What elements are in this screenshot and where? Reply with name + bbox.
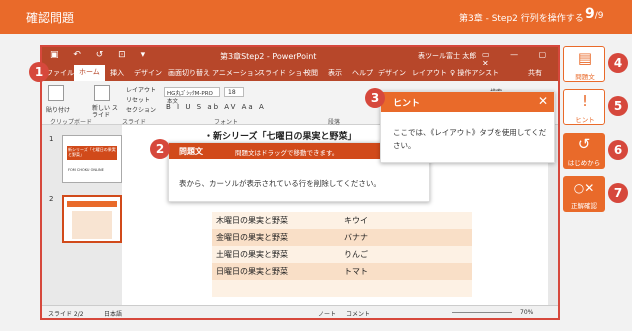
exclamation-icon: ! xyxy=(581,92,588,110)
table-cell: 金曜日の果実と野菜 xyxy=(216,233,288,242)
check-answer-button-label: 正解確認 xyxy=(571,202,597,210)
table-cell: 土曜日の果実と野菜 xyxy=(216,250,288,259)
question-button[interactable]: ▤ 問題文 xyxy=(563,46,605,82)
page-total: /9 xyxy=(594,11,604,21)
section-button[interactable]: セクション xyxy=(126,105,156,114)
tab-tell-me[interactable]: ♀ 操作アシスト xyxy=(450,68,499,78)
hint-text: ここでは、《レイアウト》タブを使用してください。 xyxy=(393,128,547,150)
marker-3: 3 xyxy=(365,88,385,108)
table-row[interactable]: 日曜日の果実と野菜 トマト xyxy=(212,263,472,280)
new-slide-icon[interactable] xyxy=(94,85,110,101)
user-name: 富士 太郎 xyxy=(446,52,477,60)
hint-panel: ヒント ✕ ここでは、《レイアウト》タブを使用してください。 xyxy=(380,91,555,163)
hint-title: ヒント xyxy=(393,99,421,109)
table-cell: バナナ xyxy=(344,233,368,242)
thumb-number: 2 xyxy=(49,195,54,203)
check-answer-button[interactable]: ○✕ 正解確認 xyxy=(563,176,605,212)
new-slide-button[interactable]: 新しい スライド xyxy=(92,105,118,119)
chapter-label: 第3章 - Step2 行列を操作する xyxy=(459,14,584,24)
question-text: 表から、カーソルが表示されている行を削除してください。 xyxy=(179,179,381,188)
reset-button[interactable]: リセット xyxy=(126,95,150,104)
close-icon[interactable]: ✕ xyxy=(538,94,548,108)
hint-button-label: ヒント xyxy=(575,116,595,124)
tab-slideshow[interactable]: スライド ショー xyxy=(258,68,309,78)
ribbon-tabs: ファイル ホーム 挿入 デザイン 画面切り替え アニメーション スライド ショー… xyxy=(42,65,558,81)
document-title: 第3章Step2 - PowerPoint xyxy=(220,52,317,61)
table-tools-label: 表ツール xyxy=(418,52,446,60)
paste-button[interactable]: 貼り付け xyxy=(46,105,70,114)
ppt-title-bar: ▣ ↶ ↺ ⊡ ▾ 第3章Step2 - PowerPoint 表ツール 富士 … xyxy=(42,47,558,68)
zoom-slider[interactable] xyxy=(452,312,512,313)
restart-icon: ↺ xyxy=(577,135,591,153)
thumb-title: 新シリーズ「七曜日の果実と野菜」 xyxy=(68,147,116,157)
marker-6: 6 xyxy=(608,140,628,160)
notes-button[interactable]: ノート xyxy=(318,309,336,318)
thumb-sub: FOM CHOKU ONLINE xyxy=(68,168,104,172)
paste-icon[interactable] xyxy=(48,85,64,101)
table-row[interactable]: 木曜日の果実と野菜 キウイ xyxy=(212,212,472,229)
table-row[interactable]: 土曜日の果実と野菜 りんご xyxy=(212,246,472,263)
question-button-label: 問題文 xyxy=(575,73,595,81)
restart-button[interactable]: ↺ はじめから xyxy=(563,133,605,169)
slide-heading: ・新シリーズ「七曜日の果実と野菜」 xyxy=(204,132,357,142)
thumbnail-pane: 1 新シリーズ「七曜日の果実と野菜」 FOM CHOKU ONLINE 2 xyxy=(42,125,122,305)
page-number: 9 xyxy=(585,6,595,22)
zoom-level[interactable]: 70% xyxy=(520,309,533,316)
table-cell: キウイ xyxy=(344,216,368,225)
font-format-buttons[interactable]: B I U S ab AV Aa A xyxy=(166,103,266,111)
slide-counter: スライド 2/2 xyxy=(48,311,84,318)
book-icon: ▤ xyxy=(577,49,593,67)
table-cell: 日曜日の果実と野菜 xyxy=(216,267,288,276)
tab-file[interactable]: ファイル xyxy=(46,68,74,78)
hint-button[interactable]: ! ヒント xyxy=(563,89,605,125)
table-cell: 木曜日の果実と野菜 xyxy=(216,216,288,225)
slide-thumbnail-1[interactable]: 新シリーズ「七曜日の果実と野菜」 FOM CHOKU ONLINE xyxy=(62,135,122,183)
font-name-select[interactable]: HG丸ｺﾞｼｯｸM-PRO 本文 xyxy=(164,87,220,105)
tab-transitions[interactable]: 画面切り替え xyxy=(168,68,210,78)
marker-2: 2 xyxy=(150,139,170,159)
language-label: 日本語 xyxy=(104,311,123,318)
circle-cross-icon: ○✕ xyxy=(573,181,595,195)
table-cell: りんご xyxy=(344,250,368,259)
hint-header: ヒント ✕ xyxy=(381,92,554,112)
tab-design[interactable]: デザイン xyxy=(134,68,162,78)
top-bar: 確認問題 第3章 - Step2 行列を操作する 9/9 xyxy=(0,0,632,34)
tab-review[interactable]: 校閲 xyxy=(304,68,318,78)
quick-access-toolbar[interactable]: ▣ ↶ ↺ ⊡ ▾ xyxy=(50,50,151,60)
restart-button-label: はじめから xyxy=(567,159,601,167)
question-drag-note: 問題文はドラッグで移動できます。 xyxy=(235,149,339,157)
tab-view[interactable]: 表示 xyxy=(328,68,342,78)
tab-table-layout[interactable]: レイアウト xyxy=(412,68,447,78)
slide-thumbnail-2[interactable] xyxy=(62,195,122,243)
tab-help[interactable]: ヘルプ xyxy=(352,68,373,78)
slides-group-label: スライド xyxy=(122,119,147,126)
font-size-value: 18 xyxy=(228,89,236,96)
tab-share[interactable]: 共有 xyxy=(528,68,542,78)
marker-1: 1 xyxy=(29,62,49,82)
layout-button[interactable]: レイアウト xyxy=(126,85,156,94)
table-row-empty[interactable] xyxy=(212,280,472,297)
question-title: 問題文 xyxy=(179,147,203,156)
comments-button[interactable]: コメント xyxy=(346,309,370,318)
status-bar: スライド 2/2 日本語 ノート コメント 70% xyxy=(42,305,558,318)
thumb-number: 1 xyxy=(49,135,54,143)
table-cell: トマト xyxy=(344,267,368,276)
table-row[interactable]: 金曜日の果実と野菜 バナナ xyxy=(212,229,472,246)
marker-7: 7 xyxy=(608,183,628,203)
tab-table-design[interactable]: デザイン xyxy=(378,68,406,78)
marker-5: 5 xyxy=(608,96,628,116)
tab-animations[interactable]: アニメーション xyxy=(212,68,261,78)
tab-home[interactable]: ホーム xyxy=(74,65,105,81)
page-title: 確認問題 xyxy=(26,11,75,25)
marker-4: 4 xyxy=(608,53,628,73)
page-counter: 9/9 xyxy=(585,6,604,22)
font-size-select[interactable]: 18 xyxy=(224,87,244,97)
tab-insert[interactable]: 挿入 xyxy=(110,68,124,78)
